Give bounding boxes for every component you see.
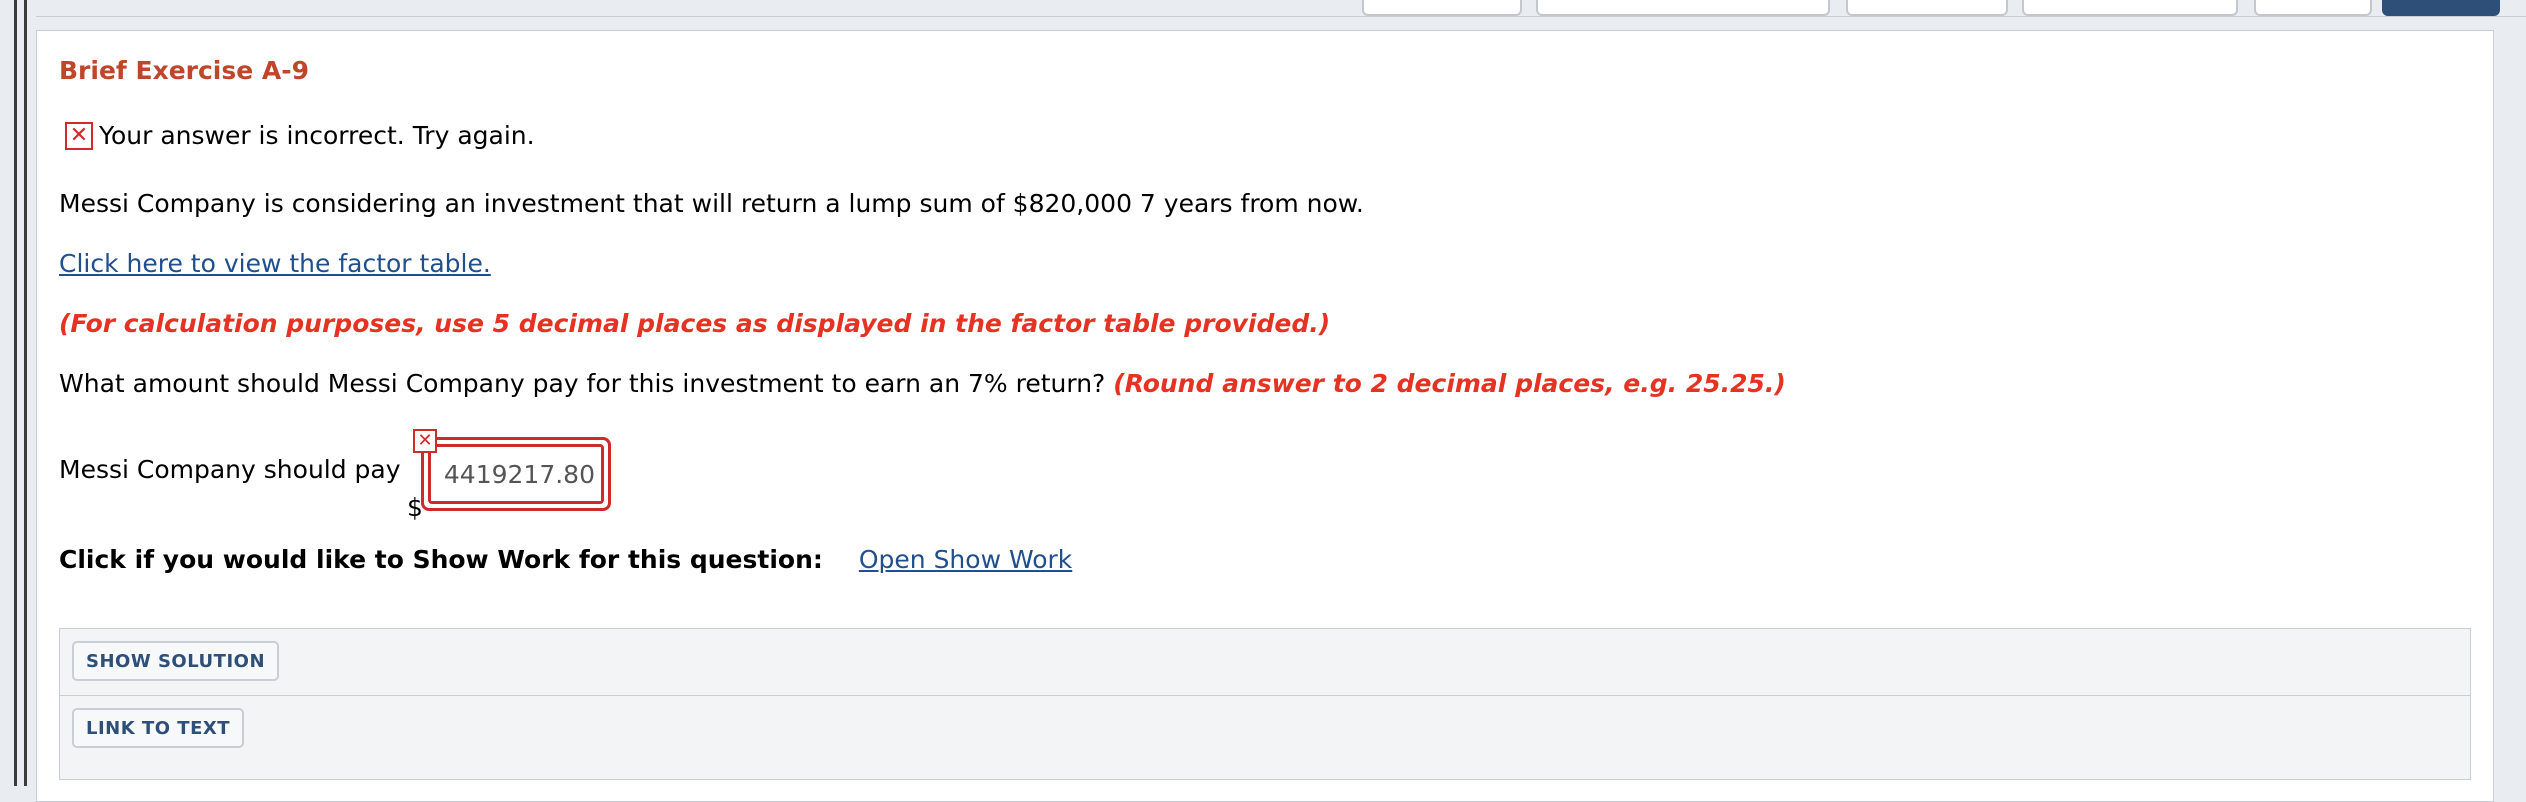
gutter-line <box>24 0 27 786</box>
question-ask: What amount should Messi Company pay for… <box>59 369 1786 398</box>
left-gutter <box>0 0 36 786</box>
show-work-row: Click if you would like to Show Work for… <box>59 545 1072 574</box>
toolbar-button[interactable] <box>1362 0 1522 16</box>
factor-table-link[interactable]: Click here to view the factor table. <box>59 249 491 278</box>
question-panel: Brief Exercise A-9 ✕ Your answer is inco… <box>36 30 2494 802</box>
close-icon: ✕ <box>65 121 93 150</box>
feedback-text: Your answer is incorrect. Try again. <box>99 121 535 150</box>
exercise-title: Brief Exercise A-9 <box>59 56 310 85</box>
toolbar-primary-button[interactable] <box>2382 0 2500 16</box>
rounding-note: (Round answer to 2 decimal places, e.g. … <box>1113 369 1786 398</box>
link-to-text-button[interactable]: LINK TO TEXT <box>72 708 245 748</box>
toolbar-button[interactable] <box>2254 0 2372 16</box>
answer-field-frame <box>421 437 611 511</box>
top-toolbar <box>0 0 2526 17</box>
question-prompt: Messi Company is considering an investme… <box>59 189 1364 218</box>
close-icon: ✕ <box>413 429 437 453</box>
show-work-prompt: Click if you would like to Show Work for… <box>59 545 823 574</box>
solution-row: SHOW SOLUTION <box>60 629 2470 693</box>
solution-row: LINK TO TEXT <box>60 695 2470 760</box>
show-solution-button[interactable]: SHOW SOLUTION <box>72 641 280 681</box>
calculation-note: (For calculation purposes, use 5 decimal… <box>59 309 1331 338</box>
solution-actions: SHOW SOLUTION LINK TO TEXT <box>59 628 2471 780</box>
toolbar-button[interactable] <box>1846 0 2008 16</box>
toolbar-button[interactable] <box>1536 0 1830 16</box>
feedback-message: ✕ Your answer is incorrect. Try again. <box>65 121 535 150</box>
answer-field-border <box>428 444 604 504</box>
toolbar-button[interactable] <box>2022 0 2238 16</box>
answer-label: Messi Company should pay <box>59 455 401 484</box>
question-ask-text: What amount should Messi Company pay for… <box>59 369 1106 398</box>
answer-input[interactable] <box>431 447 601 501</box>
open-show-work-link[interactable]: Open Show Work <box>859 545 1072 574</box>
gutter-line <box>14 0 17 786</box>
